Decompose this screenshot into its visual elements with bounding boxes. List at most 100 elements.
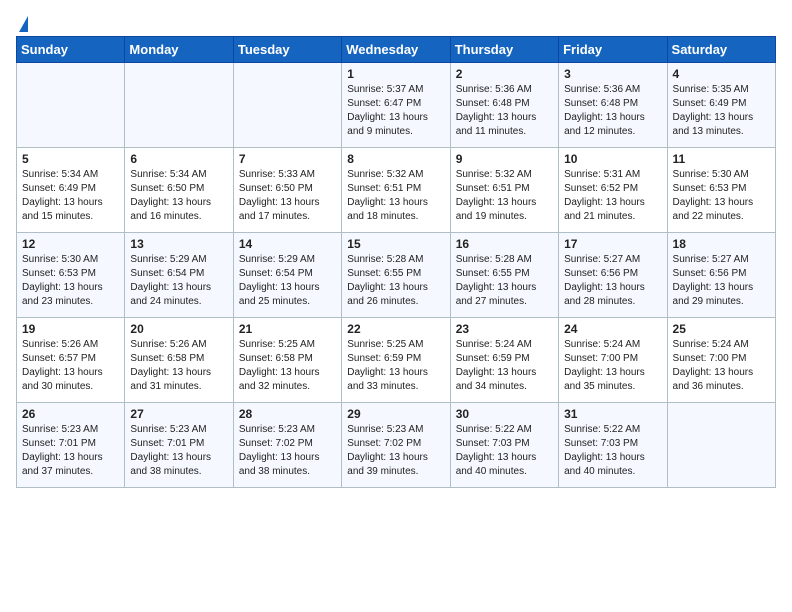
day-number: 6 [130, 152, 227, 166]
calendar-cell: 8 Sunrise: 5:32 AM Sunset: 6:51 PM Daylig… [342, 148, 450, 233]
calendar-week-row: 19 Sunrise: 5:26 AM Sunset: 6:57 PM Dayli… [17, 318, 776, 403]
calendar-week-row: 12Sunrise: 5:30 AM Sunset: 6:53 PM Dayli… [17, 233, 776, 318]
calendar-cell: 4 Sunrise: 5:35 AM Sunset: 6:49 PM Daylig… [667, 63, 775, 148]
calendar-cell: 17Sunrise: 5:27 AM Sunset: 6:56 PM Dayli… [559, 233, 667, 318]
day-number: 20 [130, 322, 227, 336]
calendar-cell [17, 63, 125, 148]
day-info: Sunrise: 5:36 AM Sunset: 6:48 PM Dayligh… [456, 83, 553, 139]
day-info: Sunrise: 5:22 AM Sunset: 7:03 PM Dayligh… [456, 423, 553, 479]
day-info: Sunrise: 5:24 AM Sunset: 7:00 PM Dayligh… [564, 338, 661, 394]
day-number: 25 [673, 322, 770, 336]
calendar-cell: 3 Sunrise: 5:36 AM Sunset: 6:48 PM Daylig… [559, 63, 667, 148]
day-header-friday: Friday [559, 37, 667, 63]
day-number: 8 [347, 152, 444, 166]
calendar-cell: 10 Sunrise: 5:31 AM Sunset: 6:52 PM Dayli… [559, 148, 667, 233]
day-number: 16 [456, 237, 553, 251]
day-number: 29 [347, 407, 444, 421]
day-number: 22 [347, 322, 444, 336]
day-header-wednesday: Wednesday [342, 37, 450, 63]
calendar-cell: 26Sunrise: 5:23 AM Sunset: 7:01 PM Dayli… [17, 403, 125, 488]
day-info: Sunrise: 5:33 AM Sunset: 6:50 PM Dayligh… [239, 168, 336, 224]
day-number: 1 [347, 67, 444, 81]
calendar-table: SundayMondayTuesdayWednesdayThursdayFrid… [16, 36, 776, 488]
calendar-cell: 23 Sunrise: 5:24 AM Sunset: 6:59 PM Dayli… [450, 318, 558, 403]
calendar-header-row: SundayMondayTuesdayWednesdayThursdayFrid… [17, 37, 776, 63]
day-number: 4 [673, 67, 770, 81]
day-number: 13 [130, 237, 227, 251]
day-header-tuesday: Tuesday [233, 37, 341, 63]
calendar-cell: 22 Sunrise: 5:25 AM Sunset: 6:59 PM Dayli… [342, 318, 450, 403]
day-info: Sunrise: 5:35 AM Sunset: 6:49 PM Dayligh… [673, 83, 770, 139]
calendar-cell: 13 Sunrise: 5:29 AM Sunset: 6:54 PM Dayli… [125, 233, 233, 318]
day-info: Sunrise: 5:27 AM Sunset: 6:56 PM Dayligh… [673, 253, 770, 309]
calendar-cell: 15Sunrise: 5:28 AM Sunset: 6:55 PM Dayli… [342, 233, 450, 318]
calendar-cell: 27Sunrise: 5:23 AM Sunset: 7:01 PM Dayli… [125, 403, 233, 488]
calendar-cell: 28 Sunrise: 5:23 AM Sunset: 7:02 PM Dayli… [233, 403, 341, 488]
calendar-cell: 9 Sunrise: 5:32 AM Sunset: 6:51 PM Daylig… [450, 148, 558, 233]
day-number: 23 [456, 322, 553, 336]
day-info: Sunrise: 5:30 AM Sunset: 6:53 PM Dayligh… [673, 168, 770, 224]
day-number: 31 [564, 407, 661, 421]
day-number: 21 [239, 322, 336, 336]
day-info: Sunrise: 5:37 AM Sunset: 6:47 PM Dayligh… [347, 83, 444, 139]
calendar-cell: 18 Sunrise: 5:27 AM Sunset: 6:56 PM Dayli… [667, 233, 775, 318]
logo [16, 16, 28, 28]
day-info: Sunrise: 5:23 AM Sunset: 7:02 PM Dayligh… [239, 423, 336, 479]
day-info: Sunrise: 5:34 AM Sunset: 6:49 PM Dayligh… [22, 168, 119, 224]
day-number: 12 [22, 237, 119, 251]
calendar-cell [233, 63, 341, 148]
day-header-saturday: Saturday [667, 37, 775, 63]
day-number: 17 [564, 237, 661, 251]
day-info: Sunrise: 5:25 AM Sunset: 6:59 PM Dayligh… [347, 338, 444, 394]
day-number: 10 [564, 152, 661, 166]
day-info: Sunrise: 5:31 AM Sunset: 6:52 PM Dayligh… [564, 168, 661, 224]
day-info: Sunrise: 5:23 AM Sunset: 7:02 PM Dayligh… [347, 423, 444, 479]
calendar-cell: 25Sunrise: 5:24 AM Sunset: 7:00 PM Dayli… [667, 318, 775, 403]
day-number: 3 [564, 67, 661, 81]
day-number: 14 [239, 237, 336, 251]
day-info: Sunrise: 5:34 AM Sunset: 6:50 PM Dayligh… [130, 168, 227, 224]
page-header [16, 16, 776, 28]
day-number: 24 [564, 322, 661, 336]
day-info: Sunrise: 5:25 AM Sunset: 6:58 PM Dayligh… [239, 338, 336, 394]
day-info: Sunrise: 5:29 AM Sunset: 6:54 PM Dayligh… [130, 253, 227, 309]
calendar-cell: 20 Sunrise: 5:26 AM Sunset: 6:58 PM Dayli… [125, 318, 233, 403]
day-number: 2 [456, 67, 553, 81]
calendar-cell: 16Sunrise: 5:28 AM Sunset: 6:55 PM Dayli… [450, 233, 558, 318]
day-header-thursday: Thursday [450, 37, 558, 63]
day-info: Sunrise: 5:32 AM Sunset: 6:51 PM Dayligh… [347, 168, 444, 224]
calendar-week-row: 5Sunrise: 5:34 AM Sunset: 6:49 PM Daylig… [17, 148, 776, 233]
calendar-cell: 12Sunrise: 5:30 AM Sunset: 6:53 PM Dayli… [17, 233, 125, 318]
calendar-cell: 30 Sunrise: 5:22 AM Sunset: 7:03 PM Dayli… [450, 403, 558, 488]
day-number: 30 [456, 407, 553, 421]
calendar-cell: 1 Sunrise: 5:37 AM Sunset: 6:47 PM Daylig… [342, 63, 450, 148]
calendar-cell: 29 Sunrise: 5:23 AM Sunset: 7:02 PM Dayli… [342, 403, 450, 488]
day-number: 7 [239, 152, 336, 166]
calendar-cell: 2 Sunrise: 5:36 AM Sunset: 6:48 PM Daylig… [450, 63, 558, 148]
day-info: Sunrise: 5:36 AM Sunset: 6:48 PM Dayligh… [564, 83, 661, 139]
day-number: 28 [239, 407, 336, 421]
day-info: Sunrise: 5:22 AM Sunset: 7:03 PM Dayligh… [564, 423, 661, 479]
day-info: Sunrise: 5:26 AM Sunset: 6:58 PM Dayligh… [130, 338, 227, 394]
day-number: 19 [22, 322, 119, 336]
calendar-week-row: 1 Sunrise: 5:37 AM Sunset: 6:47 PM Daylig… [17, 63, 776, 148]
calendar-cell: 11Sunrise: 5:30 AM Sunset: 6:53 PM Dayli… [667, 148, 775, 233]
logo-arrow-icon [19, 16, 28, 32]
day-header-monday: Monday [125, 37, 233, 63]
day-info: Sunrise: 5:29 AM Sunset: 6:54 PM Dayligh… [239, 253, 336, 309]
calendar-cell: 21 Sunrise: 5:25 AM Sunset: 6:58 PM Dayli… [233, 318, 341, 403]
day-info: Sunrise: 5:24 AM Sunset: 6:59 PM Dayligh… [456, 338, 553, 394]
calendar-cell [125, 63, 233, 148]
day-number: 27 [130, 407, 227, 421]
calendar-cell: 14 Sunrise: 5:29 AM Sunset: 6:54 PM Dayli… [233, 233, 341, 318]
calendar-cell: 7 Sunrise: 5:33 AM Sunset: 6:50 PM Daylig… [233, 148, 341, 233]
day-number: 18 [673, 237, 770, 251]
day-info: Sunrise: 5:26 AM Sunset: 6:57 PM Dayligh… [22, 338, 119, 394]
calendar-cell [667, 403, 775, 488]
calendar-cell: 5Sunrise: 5:34 AM Sunset: 6:49 PM Daylig… [17, 148, 125, 233]
day-info: Sunrise: 5:32 AM Sunset: 6:51 PM Dayligh… [456, 168, 553, 224]
day-number: 15 [347, 237, 444, 251]
calendar-cell: 19 Sunrise: 5:26 AM Sunset: 6:57 PM Dayli… [17, 318, 125, 403]
day-number: 9 [456, 152, 553, 166]
day-info: Sunrise: 5:23 AM Sunset: 7:01 PM Dayligh… [22, 423, 119, 479]
